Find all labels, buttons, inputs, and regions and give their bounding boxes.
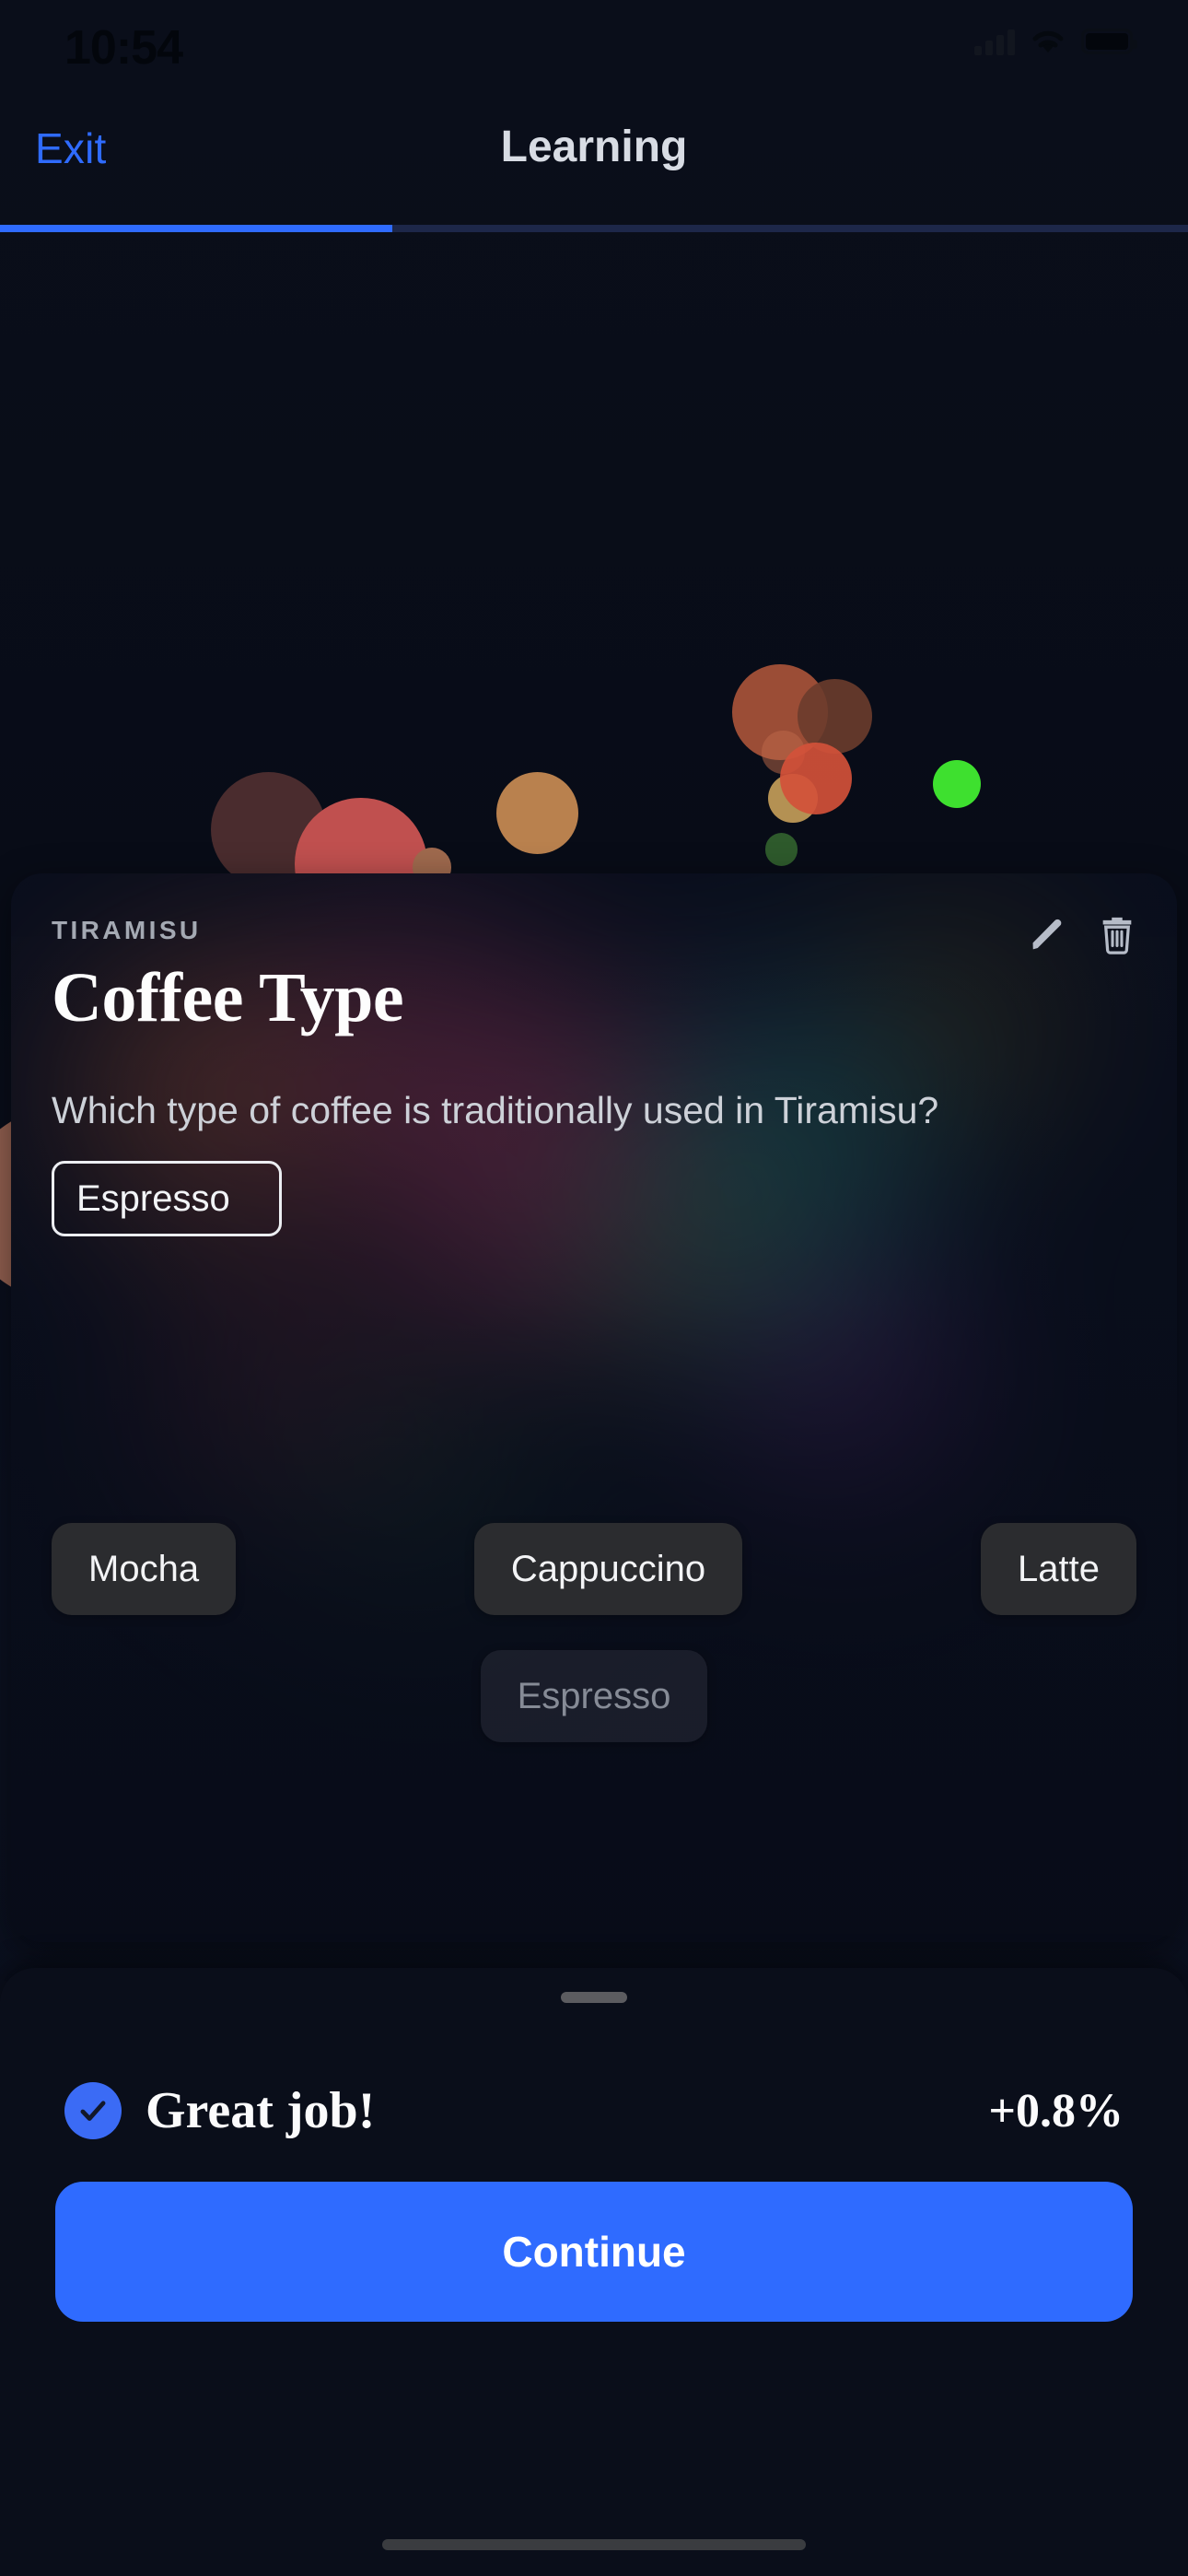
pencil-icon[interactable] xyxy=(1028,914,1070,961)
continue-button[interactable]: Continue xyxy=(55,2182,1133,2322)
trash-icon[interactable] xyxy=(1096,914,1138,961)
card-eyebrow: TIRAMISU xyxy=(52,916,202,944)
question-card: TIRAMISU Coffee Type Which type of coffe… xyxy=(11,873,1177,1942)
card-title: Coffee Type xyxy=(52,959,404,1036)
result-row: Great job! +0.8% xyxy=(64,2081,1124,2140)
background-bubble xyxy=(933,760,982,809)
checkmark-icon xyxy=(64,2082,122,2139)
answer-slot-filled[interactable]: Espresso xyxy=(52,1161,282,1237)
result-status: Great job! xyxy=(64,2081,375,2140)
cellular-signal-icon xyxy=(974,28,1015,55)
status-bar-indicators xyxy=(974,28,1137,55)
navigation-bar: Exit Learning xyxy=(0,92,1188,232)
card-content: TIRAMISU Coffee Type Which type of coffe… xyxy=(11,873,1177,1942)
score-delta: +0.8% xyxy=(988,2084,1124,2137)
background-bubble xyxy=(764,832,798,866)
card-action-buttons xyxy=(1028,914,1138,961)
background-bubble xyxy=(495,771,579,855)
app-screen: 10:54 Exit Learning TIRAMISU Coffee Type… xyxy=(0,0,1188,2576)
status-bar: 10:54 xyxy=(0,0,1188,92)
result-message: Great job! xyxy=(146,2082,376,2139)
page-title: Learning xyxy=(500,123,688,171)
wifi-icon xyxy=(1030,28,1066,55)
background-bubble xyxy=(779,742,853,815)
question-text: Which type of coffee is traditionally us… xyxy=(52,1089,939,1131)
progress-bar-fill xyxy=(0,225,392,232)
progress-bar-track xyxy=(0,225,1188,232)
battery-icon xyxy=(1081,29,1137,54)
result-sheet: Great job! +0.8% Continue xyxy=(0,1968,1188,2576)
status-bar-time: 10:54 xyxy=(64,21,183,75)
home-indicator xyxy=(382,2539,806,2550)
drag-handle[interactable] xyxy=(561,1992,627,2003)
